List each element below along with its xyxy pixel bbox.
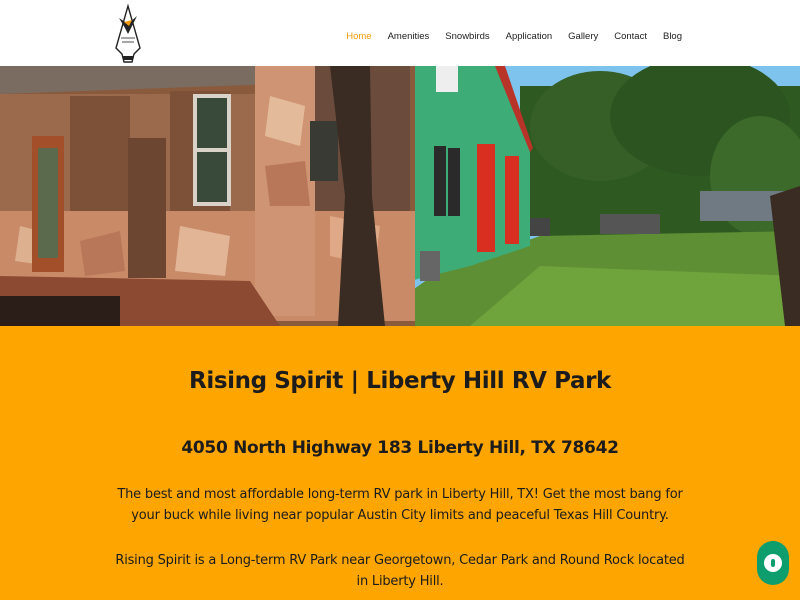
- site-logo[interactable]: [112, 3, 144, 64]
- nav-amenities[interactable]: Amenities: [388, 31, 430, 42]
- nav-snowbirds[interactable]: Snowbirds: [445, 31, 489, 42]
- nav-home[interactable]: Home: [346, 31, 371, 42]
- nav-gallery[interactable]: Gallery: [568, 31, 598, 42]
- intro-paragraph: The best and most affordable long-term R…: [117, 487, 683, 523]
- nav-contact[interactable]: Contact: [614, 31, 647, 42]
- site-header: Home Amenities Snowbirds Application Gal…: [0, 0, 800, 66]
- nav-blog[interactable]: Blog: [663, 31, 682, 42]
- intro-section: Rising Spirit | Liberty Hill RV Park 405…: [0, 326, 800, 600]
- hero-photo: [0, 66, 800, 326]
- chat-bubble-icon: [764, 554, 782, 572]
- location-paragraph: Rising Spirit is a Long-term RV Park nea…: [115, 553, 685, 589]
- chat-button[interactable]: [757, 541, 789, 585]
- main-nav: Home Amenities Snowbirds Application Gal…: [330, 0, 682, 72]
- nav-application[interactable]: Application: [506, 31, 552, 42]
- page-title: Rising Spirit | Liberty Hill RV Park: [189, 368, 611, 394]
- hero-image: [0, 66, 800, 326]
- park-address: 4050 North Highway 183 Liberty Hill, TX …: [181, 438, 619, 458]
